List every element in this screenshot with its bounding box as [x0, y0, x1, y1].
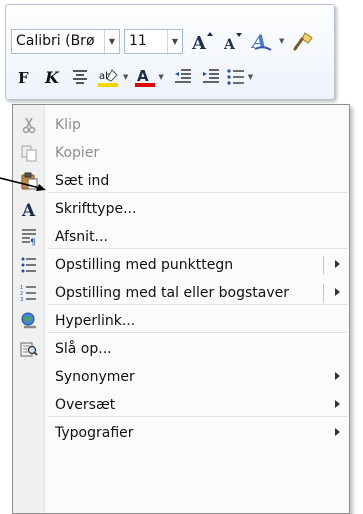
font-color-icon: A: [135, 67, 156, 87]
italic-icon: K: [44, 68, 60, 87]
bullets-icon: [20, 256, 38, 274]
copy-icon: [20, 144, 38, 162]
menu-item-label: Kopier: [55, 145, 100, 161]
submenu-arrow-icon: [335, 428, 340, 436]
toolbar-row-2: F K ab ▼ A ▼ ▼: [11, 61, 253, 93]
menu-item-label: Oversæt: [55, 397, 116, 413]
svg-text:3: 3: [20, 297, 23, 302]
submenu-arrow-icon: [335, 400, 340, 408]
svg-text:A: A: [137, 67, 149, 85]
styles-button[interactable]: A ▼: [251, 28, 284, 54]
quick-styles-icon: A: [251, 31, 272, 53]
format-painter-button[interactable]: [290, 28, 316, 54]
chevron-down-icon: ▼: [279, 37, 285, 45]
italic-button[interactable]: K: [39, 64, 65, 90]
submenu-divider: [323, 284, 324, 302]
menu-item-paste[interactable]: Sæt ind: [13, 167, 349, 195]
menu-items: Klip Kopier Sæt ind A Skrifttype... ¶ Af…: [13, 111, 349, 447]
grow-font-icon: A: [191, 32, 213, 52]
decrease-indent-button[interactable]: [170, 64, 196, 90]
shrink-font-button[interactable]: A: [219, 28, 245, 54]
chevron-down-icon[interactable]: ▼: [104, 29, 119, 53]
increase-indent-button[interactable]: [198, 64, 224, 90]
grow-font-button[interactable]: A: [189, 28, 215, 54]
context-menu: Klip Kopier Sæt ind A Skrifttype... ¶ Af…: [12, 104, 350, 514]
svg-text:A: A: [251, 31, 267, 53]
align-center-icon: [73, 70, 87, 84]
font-name-combo[interactable]: Calibri (Brø ▼: [11, 28, 120, 54]
bold-icon: F: [18, 69, 29, 87]
chevron-down-icon[interactable]: ▼: [167, 29, 182, 53]
bullets-icon: [227, 69, 244, 85]
scissors-icon: [20, 116, 38, 134]
font-name-value: Calibri (Brø: [16, 33, 95, 49]
menu-item-cut[interactable]: Klip: [13, 111, 349, 139]
svg-text:¶: ¶: [30, 238, 36, 246]
highlight-button[interactable]: ab ▼: [97, 64, 128, 90]
menu-item-label: Skrifttype...: [55, 201, 137, 217]
font-size-value: 11: [129, 33, 147, 49]
hyperlink-icon: [20, 312, 38, 330]
toolbar-row-1: Calibri (Brø ▼ 11 ▼ A A A ▼: [11, 25, 316, 57]
menu-item-numbering[interactable]: 1 2 3 Opstilling med tal eller bogstaver: [13, 279, 349, 307]
menu-item-copy[interactable]: Kopier: [13, 139, 349, 167]
menu-item-label: Klip: [55, 117, 81, 133]
menu-item-label: Afsnit...: [55, 229, 108, 245]
highlight-icon: ab: [98, 69, 118, 87]
menu-item-styles[interactable]: Typografier: [13, 416, 349, 447]
numbering-icon: 1 2 3: [20, 284, 38, 302]
chevron-down-icon: ▼: [247, 73, 254, 81]
submenu-arrow-icon[interactable]: [335, 260, 340, 268]
submenu-arrow-icon[interactable]: [335, 288, 340, 296]
research-icon: [20, 340, 38, 358]
center-align-button[interactable]: [67, 64, 93, 90]
menu-item-synonyms[interactable]: Synonymer: [13, 363, 349, 391]
submenu-divider: [323, 256, 324, 274]
menu-item-font[interactable]: A Skrifttype...: [13, 192, 349, 223]
svg-text:A: A: [21, 201, 36, 218]
format-painter-icon: [293, 32, 314, 51]
menu-item-lookup[interactable]: Slå op...: [13, 332, 349, 363]
decrease-indent-icon: [174, 69, 191, 83]
svg-text:F: F: [18, 69, 29, 87]
menu-item-label: Synonymer: [55, 369, 135, 385]
mini-toolbar: Calibri (Brø ▼ 11 ▼ A A A ▼ F K ab ▼ A ▼…: [5, 4, 335, 100]
font-color-button[interactable]: A ▼: [134, 64, 164, 90]
increase-indent-icon: [202, 69, 219, 83]
menu-item-paragraph[interactable]: ¶ Afsnit...: [13, 223, 349, 251]
paste-icon: [20, 172, 38, 190]
svg-text:A: A: [223, 37, 236, 52]
chevron-down-icon: ▼: [123, 73, 129, 81]
menu-item-hyperlink[interactable]: Hyperlink...: [13, 304, 349, 335]
bullets-button[interactable]: ▼: [226, 64, 253, 90]
menu-item-translate[interactable]: Oversæt: [13, 391, 349, 419]
submenu-arrow-icon: [335, 372, 340, 380]
paragraph-icon: ¶: [20, 228, 38, 246]
font-size-combo[interactable]: 11 ▼: [124, 28, 183, 54]
menu-item-label: Typografier: [55, 425, 134, 441]
font-icon: A: [20, 200, 38, 218]
menu-item-label: Hyperlink...: [55, 313, 136, 329]
menu-item-label: Sæt ind: [55, 173, 110, 189]
chevron-down-icon: ▼: [158, 73, 164, 81]
menu-item-label: Slå op...: [55, 341, 112, 357]
menu-item-label: Opstilling med tal eller bogstaver: [55, 285, 290, 301]
bold-button[interactable]: F: [11, 64, 37, 90]
menu-item-bullets[interactable]: Opstilling med punkttegn: [13, 248, 349, 279]
svg-text:A: A: [191, 33, 207, 52]
shrink-font-icon: A: [223, 33, 242, 52]
svg-text:K: K: [44, 68, 60, 87]
menu-item-label: Opstilling med punkttegn: [55, 257, 234, 273]
